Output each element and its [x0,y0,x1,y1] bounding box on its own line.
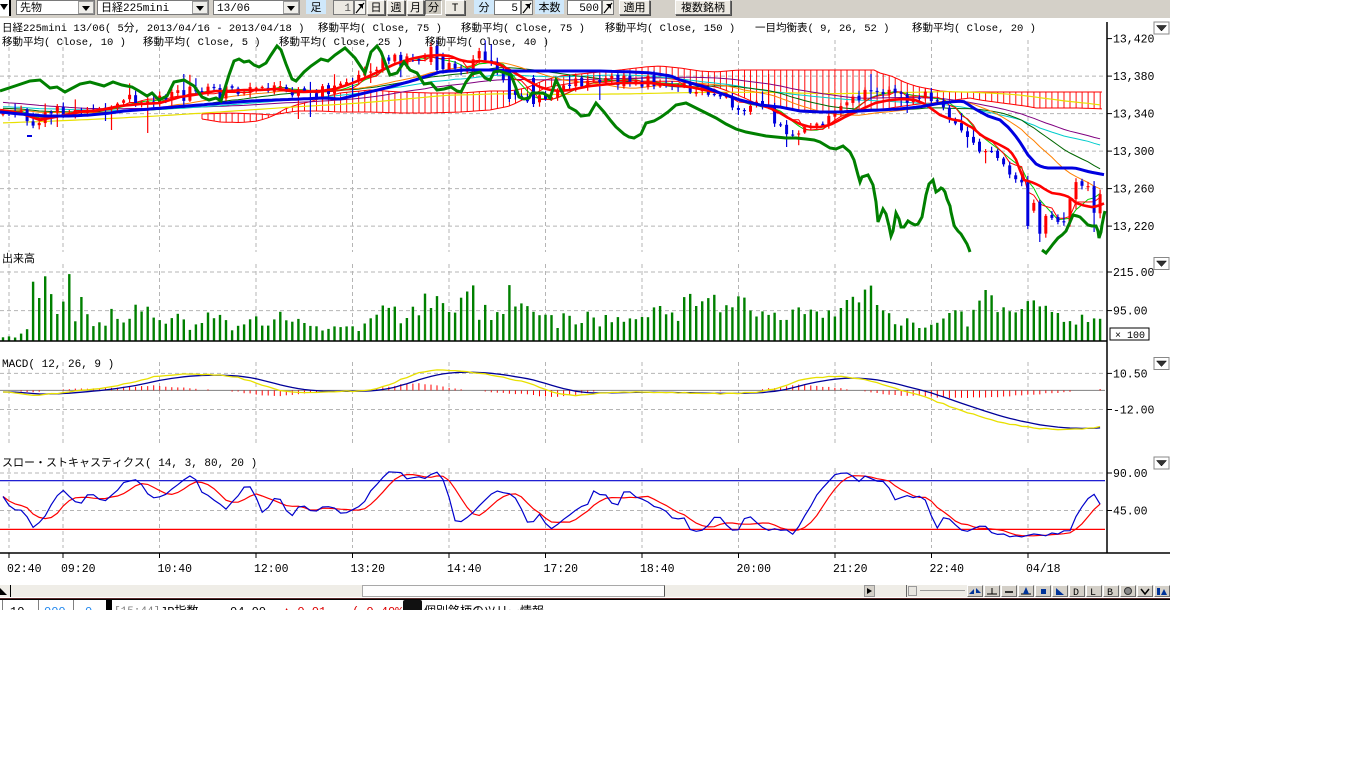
svg-text:04/18: 04/18 [1026,560,1061,576]
svg-text:L: L [1090,586,1096,596]
svg-text:移動平均( Close, 75 ): 移動平均( Close, 75 ) [461,20,585,35]
svg-text:12:00: 12:00 [254,560,289,576]
svg-text:45.00: 45.00 [1113,503,1148,519]
svg-text:90.00: 90.00 [1113,465,1148,481]
svg-text:13,380: 13,380 [1113,68,1155,84]
svg-text:× 100: × 100 [1115,326,1145,341]
svg-text:D: D [1073,586,1079,596]
svg-text:09:20: 09:20 [61,560,96,576]
svg-text:13,260: 13,260 [1113,181,1155,197]
svg-text:移動平均( Close, 75 ): 移動平均( Close, 75 ) [318,20,442,35]
svg-text:21:20: 21:20 [833,560,868,576]
svg-text:95.00: 95.00 [1113,303,1148,319]
svg-text:移動平均( Close, 25 ): 移動平均( Close, 25 ) [279,34,403,49]
svg-text:02:40: 02:40 [7,560,42,576]
svg-text:13,340: 13,340 [1113,106,1155,122]
svg-text:出来高: 出来高 [2,250,35,266]
svg-text:-12.00: -12.00 [1113,402,1155,418]
svg-text:13:20: 13:20 [351,560,386,576]
svg-text:13,420: 13,420 [1113,31,1155,47]
svg-text:移動平均( Close, 5 ): 移動平均( Close, 5 ) [143,34,261,49]
svg-text:移動平均( Close, 40 ): 移動平均( Close, 40 ) [425,34,549,49]
svg-text:一目均衡表( 9, 26, 52 ): 一目均衡表( 9, 26, 52 ) [755,20,889,35]
svg-text:10:40: 10:40 [158,560,193,576]
svg-text:17:20: 17:20 [544,560,579,576]
svg-text:B: B [1107,586,1113,596]
svg-text:14:40: 14:40 [447,560,482,576]
svg-text:移動平均( Close, 20 ): 移動平均( Close, 20 ) [912,20,1036,35]
svg-text:スロー・ストキャスティクス( 14, 3, 80, 20 ): スロー・ストキャスティクス( 14, 3, 80, 20 ) [2,454,257,470]
svg-text:日経225mini 13/06( 5分, 2013/04/1: 日経225mini 13/06( 5分, 2013/04/16 - 2013/0… [2,20,304,35]
svg-text:20:00: 20:00 [737,560,772,576]
svg-text:移動平均( Close, 150 ): 移動平均( Close, 150 ) [605,20,735,35]
svg-text:移動平均( Close, 10 ): 移動平均( Close, 10 ) [2,34,126,49]
svg-text:18:40: 18:40 [640,560,675,576]
svg-text:13,220: 13,220 [1113,218,1155,234]
svg-text:22:40: 22:40 [930,560,965,576]
svg-text:MACD( 12, 26, 9 ): MACD( 12, 26, 9 ) [2,355,114,371]
svg-text:13,300: 13,300 [1113,143,1155,159]
svg-text:215.00: 215.00 [1113,264,1155,280]
svg-text:10.50: 10.50 [1113,365,1148,381]
